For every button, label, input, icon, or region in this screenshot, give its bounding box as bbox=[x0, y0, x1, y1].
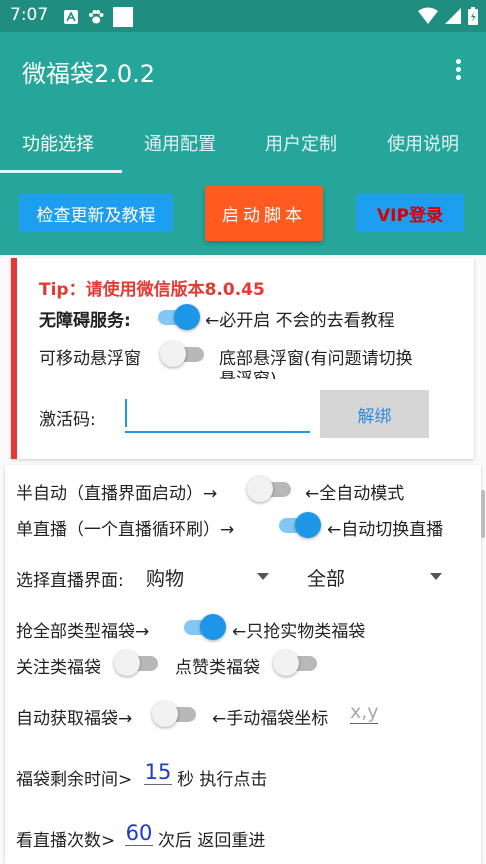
like-bag-label: 点赞类福袋 bbox=[175, 658, 260, 678]
notification-icons bbox=[63, 7, 133, 27]
auto-get-switch[interactable] bbox=[152, 701, 198, 727]
remaining-time-label: 福袋剩余时间> bbox=[16, 770, 133, 790]
tab-bar: 功能选择 通用配置 用户定制 使用说明 bbox=[0, 112, 486, 173]
tab-function-select[interactable]: 功能选择 bbox=[22, 130, 94, 156]
single-live-switch[interactable] bbox=[275, 512, 321, 538]
grab-physical-label: ←只抢实物类福袋 bbox=[232, 622, 366, 642]
bottom-float-label-cont: 悬浮窗) bbox=[219, 365, 277, 379]
app-bar: 微福袋2.0.2 bbox=[0, 32, 486, 112]
status-bar: 7:07 bbox=[0, 0, 486, 32]
unbind-button[interactable]: 解绑 bbox=[320, 390, 429, 438]
text-cursor bbox=[125, 399, 127, 427]
chevron-down-icon[interactable] bbox=[430, 573, 442, 580]
scope-dropdown[interactable]: 全部 bbox=[307, 564, 345, 591]
live-type-dropdown[interactable]: 购物 bbox=[146, 564, 184, 591]
remaining-time-suffix: 秒 执行点击 bbox=[177, 770, 268, 790]
tab-general-config[interactable]: 通用配置 bbox=[144, 130, 216, 156]
like-bag-switch[interactable] bbox=[273, 650, 319, 676]
grab-all-label: 抢全部类型福袋→ bbox=[16, 622, 150, 642]
paw-icon bbox=[89, 10, 104, 24]
movable-float-label: 可移动悬浮窗 bbox=[39, 349, 141, 369]
options-card: 半自动（直播界面启动）→ ←全自动模式 单直播（一个直播循环刷）→ ←自动切换直… bbox=[5, 465, 481, 864]
follow-bag-label: 关注类福袋 bbox=[16, 658, 101, 678]
activation-code-input[interactable] bbox=[125, 395, 310, 433]
full-auto-label: ←全自动模式 bbox=[305, 484, 405, 504]
scrollbar[interactable] bbox=[481, 490, 485, 538]
watch-count-input[interactable]: 60 bbox=[125, 821, 153, 846]
notification-a-icon bbox=[64, 10, 78, 24]
start-script-button[interactable]: 启动脚本 bbox=[205, 186, 323, 241]
more-options-icon[interactable] bbox=[448, 56, 468, 86]
action-bar: 检查更新及教程 启动脚本 VIP登录 bbox=[0, 173, 486, 255]
wifi-icon bbox=[418, 7, 438, 24]
tip-text: Tip：请使用微信版本8.0.45 bbox=[39, 280, 265, 300]
battery-icon bbox=[468, 7, 478, 25]
app-title: 微福袋2.0.2 bbox=[22, 60, 156, 88]
single-live-label: 单直播（一个直播循环刷）→ bbox=[16, 520, 235, 540]
coordinate-input[interactable]: x,y bbox=[350, 701, 379, 724]
auto-switch-live-label: ←自动切换直播 bbox=[327, 520, 444, 540]
watch-count-suffix: 次后 返回重进 bbox=[158, 831, 266, 851]
accessibility-switch[interactable] bbox=[154, 304, 200, 330]
accessibility-hint: ←必开启 不会的去看教程 bbox=[205, 311, 395, 331]
select-live-label: 选择直播界面: bbox=[16, 571, 124, 591]
watch-count-label: 看直播次数> bbox=[16, 831, 116, 851]
semi-auto-label: 半自动（直播界面启动）→ bbox=[16, 484, 218, 504]
auto-get-label: 自动获取福袋→ bbox=[16, 709, 133, 729]
vip-login-button[interactable]: VIP登录 bbox=[356, 194, 464, 232]
square-icon bbox=[113, 7, 133, 27]
accessibility-label: 无障碍服务: bbox=[39, 311, 131, 331]
remaining-time-input[interactable]: 15 bbox=[144, 760, 172, 785]
tip-card: Tip：请使用微信版本8.0.45 无障碍服务: ←必开启 不会的去看教程 可移… bbox=[11, 258, 474, 459]
status-time: 7:07 bbox=[10, 5, 49, 25]
chevron-down-icon[interactable] bbox=[257, 573, 269, 580]
follow-bag-switch[interactable] bbox=[114, 650, 160, 676]
activation-code-label: 激活码: bbox=[39, 410, 96, 430]
semi-auto-switch[interactable] bbox=[247, 476, 293, 502]
manual-coord-label: ←手动福袋坐标 bbox=[212, 709, 329, 729]
tab-instructions[interactable]: 使用说明 bbox=[387, 130, 459, 156]
check-update-button[interactable]: 检查更新及教程 bbox=[19, 194, 173, 232]
grab-all-switch[interactable] bbox=[180, 614, 226, 640]
system-icons bbox=[418, 7, 478, 25]
signal-icon bbox=[445, 8, 461, 24]
tab-user-custom[interactable]: 用户定制 bbox=[265, 130, 337, 156]
movable-float-switch[interactable] bbox=[160, 341, 206, 367]
